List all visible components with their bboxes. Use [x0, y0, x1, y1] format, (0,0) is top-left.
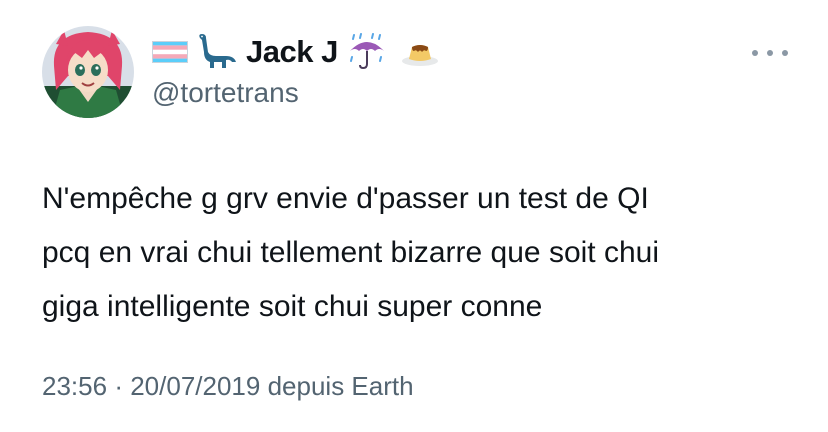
more-horizontal-icon — [782, 50, 788, 56]
tweet-text: N'empêche g grv envie d'passer un test d… — [42, 182, 659, 323]
meta-separator: · — [114, 371, 123, 401]
transgender-flag-icon — [152, 41, 188, 63]
more-horizontal-icon — [752, 50, 758, 56]
sauropod-icon — [196, 32, 238, 72]
flan-custard-icon — [400, 37, 440, 67]
more-options-button[interactable] — [752, 46, 788, 60]
display-name[interactable]: Jack J — [246, 30, 338, 74]
tweet-source: depuis Earth — [267, 371, 414, 401]
more-horizontal-icon — [767, 50, 773, 56]
umbrella-with-rain-icon — [346, 33, 388, 71]
tweet-date[interactable]: 20/07/2019 — [130, 371, 260, 401]
tweet-header: Jack J — [152, 30, 440, 74]
tweet-card: Jack J @tortetrans N'empêche g grv envie… — [0, 0, 828, 432]
tweet-metadata: 23:56 · 20/07/2019 depuis Earth — [42, 366, 414, 406]
avatar-image — [42, 26, 134, 118]
tweet-time[interactable]: 23:56 — [42, 371, 107, 401]
avatar[interactable] — [42, 26, 134, 118]
user-handle[interactable]: @tortetrans — [152, 74, 299, 112]
